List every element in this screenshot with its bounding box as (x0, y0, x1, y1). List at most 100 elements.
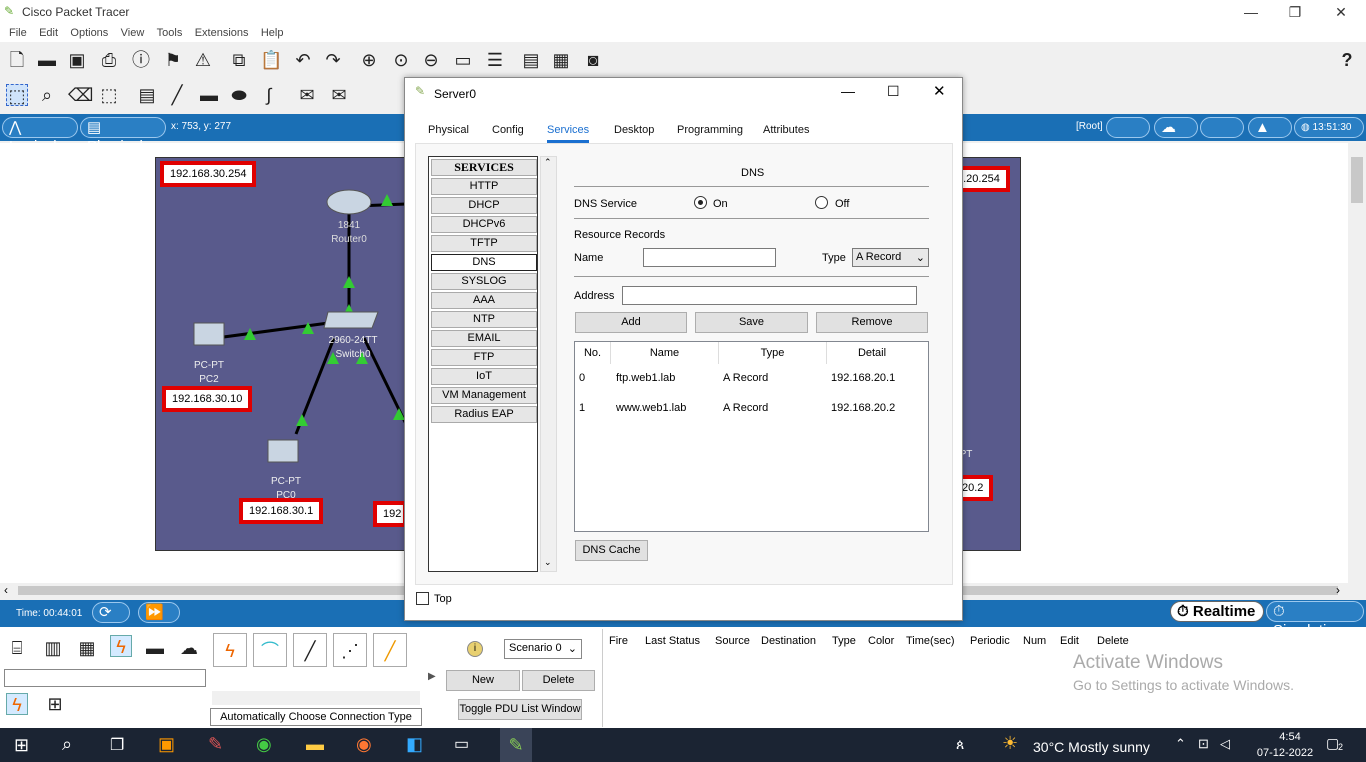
service-tftp[interactable]: TFTP (431, 235, 537, 252)
menu-extensions[interactable]: Extensions (195, 24, 249, 42)
weather-icon[interactable]: ☀ (1002, 733, 1018, 754)
notes-icon[interactable]: ▤ (520, 49, 542, 71)
add-simple-pdu-icon[interactable]: ✉ (296, 84, 318, 106)
service-vm-management[interactable]: VM Management (431, 387, 537, 404)
pdu-col[interactable]: Periodic (970, 635, 1010, 647)
new-scenario-button[interactable]: New (446, 670, 520, 691)
service-dhcpv6[interactable]: DHCPv6 (431, 216, 537, 233)
chevron-up-icon[interactable]: ⌃ (544, 157, 552, 168)
pdu-col[interactable]: Fire (609, 635, 628, 647)
tab-config[interactable]: Config (492, 124, 524, 136)
add-complex-pdu-icon[interactable]: ✉ (328, 84, 350, 106)
service-aaa[interactable]: AAA (431, 292, 537, 309)
zoom-out-icon[interactable]: ⊖ (420, 49, 442, 71)
ip-label[interactable]: 192.168.30.254 (160, 161, 257, 187)
logical-view-button[interactable]: ⋀ Logical (2, 117, 78, 155)
service-dns[interactable]: DNS (431, 254, 537, 271)
open-folder-icon[interactable]: ▬ (36, 49, 58, 71)
place-note-icon[interactable]: ▤ (136, 84, 158, 106)
add-button[interactable]: Add (575, 312, 687, 333)
vertical-scrollbar[interactable] (1348, 143, 1366, 583)
menu-tools[interactable]: Tools (157, 24, 183, 42)
physical-view-button[interactable]: ▤ Physical (80, 117, 166, 155)
dialog-close-button[interactable]: ✕ (933, 82, 946, 100)
draw-rectangle-icon[interactable]: ▬ (198, 84, 220, 106)
help-icon[interactable]: ? (1336, 49, 1358, 71)
copy-icon[interactable]: ⧉ (228, 49, 250, 71)
service-ftp[interactable]: FTP (431, 349, 537, 366)
service-ntp[interactable]: NTP (431, 311, 537, 328)
clock-time[interactable]: 4:54 (1265, 731, 1315, 743)
restore-button[interactable]: ❐ (1280, 2, 1310, 22)
pdu-col[interactable]: Delete (1097, 635, 1129, 647)
scroll-left-icon[interactable]: ‹ (4, 583, 8, 597)
terminal-icon[interactable]: ▭ (454, 734, 469, 754)
windows-start-icon[interactable]: ⊞ (14, 735, 29, 756)
tab-physical[interactable]: Physical (428, 124, 469, 136)
menu-file[interactable]: File (9, 24, 27, 42)
move-object-button[interactable] (1200, 117, 1244, 138)
select-icon[interactable]: ⬚ (6, 84, 28, 106)
clock-date[interactable]: 07-12-2022 (1250, 747, 1320, 759)
viewport-clock[interactable]: ◍ 13:51:30 (1294, 117, 1364, 138)
menu-help[interactable]: Help (261, 24, 284, 42)
pc0-label[interactable]: PC-PT PC0 (261, 475, 311, 503)
auto-cable-icon[interactable]: ϟ (213, 633, 247, 667)
straight-cable-icon[interactable]: ╱ (293, 633, 327, 667)
pdu-col[interactable]: Destination (761, 635, 816, 647)
grid-icon[interactable]: ⊞ (44, 693, 66, 715)
minimize-button[interactable]: — (1236, 2, 1266, 22)
vscode-icon[interactable]: ◧ (406, 734, 423, 755)
console-cable-icon[interactable]: ⌒ (253, 633, 287, 667)
service-iot[interactable]: IoT (431, 368, 537, 385)
tab-programming[interactable]: Programming (677, 124, 743, 136)
office-icon[interactable]: ▣ (158, 734, 175, 755)
tab-services[interactable]: Services (547, 124, 590, 143)
pdu-col[interactable]: Edit (1060, 635, 1079, 647)
menu-view[interactable]: View (121, 24, 145, 42)
zoom-reset-icon[interactable]: ⊙ (390, 49, 412, 71)
tab-desktop[interactable]: Desktop (614, 124, 654, 136)
drawing-palette-icon[interactable]: ▭ (452, 49, 474, 71)
address-input[interactable] (622, 286, 917, 305)
pdu-col[interactable]: Last Status (645, 635, 700, 647)
components-icon[interactable]: ▦ (76, 637, 98, 659)
people-icon[interactable]: ጰ (956, 736, 964, 753)
draw-ellipse-icon[interactable]: ⬬ (228, 84, 250, 106)
delete-scenario-button[interactable]: Delete (522, 670, 595, 691)
service-syslog[interactable]: SYSLOG (431, 273, 537, 290)
top-checkbox[interactable] (416, 592, 429, 605)
service-dhcp[interactable]: DHCP (431, 197, 537, 214)
network-icon[interactable]: ⊡ (1198, 736, 1209, 752)
resize-icon[interactable]: ⬚ (98, 84, 120, 106)
dns-on-radio[interactable] (694, 196, 707, 209)
pc2-label[interactable]: PC-PT PC2 (184, 359, 234, 387)
new-file-icon[interactable]: 🗋 (6, 49, 28, 71)
switch-label[interactable]: 2960-24TT Switch0 (318, 334, 388, 362)
firefox-icon[interactable]: ◉ (356, 734, 372, 755)
device-search-input[interactable] (4, 669, 206, 687)
col-type[interactable]: Type (719, 342, 827, 364)
ip-label[interactable]: 192 (373, 501, 407, 527)
redo-icon[interactable]: ↷ (322, 49, 344, 71)
zoom-in-icon[interactable]: ⊕ (358, 49, 380, 71)
toggle-pdu-list-button[interactable]: Toggle PDU List Window (458, 699, 582, 720)
custom-device-icon[interactable]: ☰ (484, 49, 506, 71)
type-select[interactable]: A Record ⌄ (852, 248, 929, 267)
pdu-col[interactable]: Num (1023, 635, 1046, 647)
service-radius-eap[interactable]: Radius EAP (431, 406, 537, 423)
table-row[interactable]: 0 ftp.web1.lab A Record 192.168.20.1 (575, 372, 928, 388)
service-email[interactable]: EMAIL (431, 330, 537, 347)
cable-scrollbar[interactable] (212, 691, 420, 705)
table-row[interactable]: 1 www.web1.lab A Record 192.168.20.2 (575, 402, 928, 418)
print-icon[interactable]: ⎙ (98, 49, 120, 71)
multiuser-icon[interactable]: ☁ (178, 637, 200, 659)
dialog-maximize-button[interactable]: ☐ (887, 83, 900, 100)
menu-edit[interactable]: Edit (39, 24, 58, 42)
dialog-minimize-button[interactable]: — (841, 83, 855, 99)
col-detail[interactable]: Detail (827, 342, 917, 364)
info-icon[interactable]: ⓘ (130, 49, 152, 71)
set-background-button[interactable]: ▲ (1248, 117, 1292, 138)
collapse-arrow-icon[interactable]: ▶ (428, 671, 436, 682)
power-cycle-button[interactable]: ⟳ (92, 602, 130, 623)
